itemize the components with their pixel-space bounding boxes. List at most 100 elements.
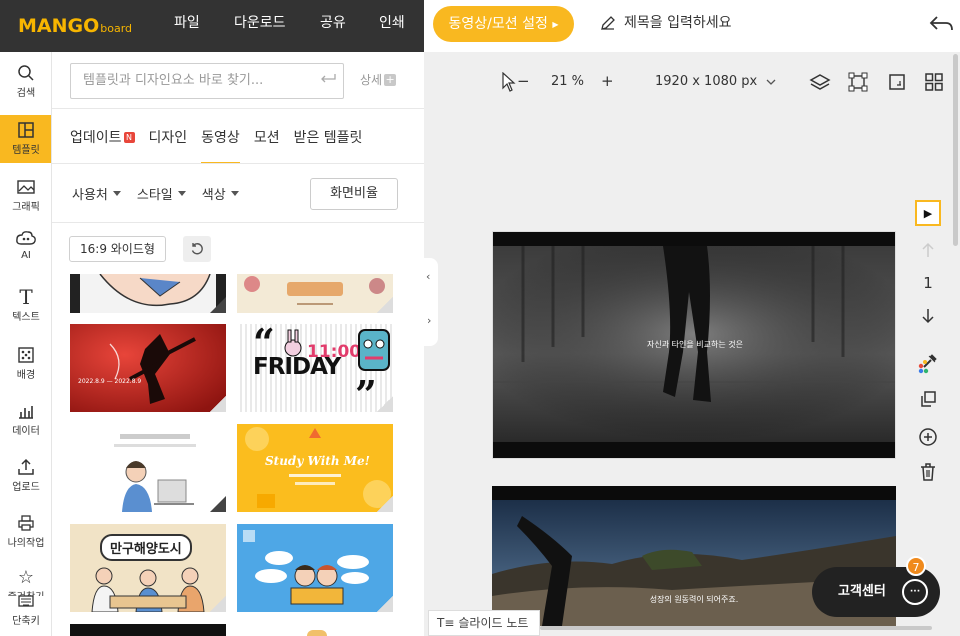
tab-label: 동영상	[201, 130, 240, 146]
fold-corner	[377, 396, 393, 412]
ratio-chip[interactable]: 16:9 와이드형	[69, 236, 166, 262]
printer-icon	[0, 512, 51, 534]
grid-view-icon[interactable]	[925, 73, 943, 95]
menu-share[interactable]: 공유	[320, 0, 346, 52]
nav-shortcuts[interactable]: 단축키	[0, 590, 51, 630]
panel-collapse-tab[interactable]: ‹ ›	[424, 258, 438, 346]
nav-template[interactable]: 템플릿	[0, 115, 51, 163]
filter-usage[interactable]: 사용처	[72, 184, 121, 203]
page-size-icon[interactable]	[888, 73, 906, 95]
nav-label: 업로드	[12, 482, 40, 493]
template-thumb[interactable]: “ FRIDAY 11:00 ”	[237, 324, 393, 412]
chart-icon	[0, 400, 51, 422]
fold-corner	[210, 596, 226, 612]
nav-ai[interactable]: AI	[0, 228, 51, 276]
tab-label: 받은 템플릿	[293, 130, 363, 146]
chevron-left-icon[interactable]: ‹	[426, 270, 430, 283]
mangoboard-logo[interactable]: MANGO board	[18, 13, 132, 37]
template-thumb[interactable]	[70, 274, 226, 313]
template-thumb[interactable]	[70, 424, 226, 512]
vertical-scrollbar[interactable]	[953, 54, 958, 246]
chat-bubble-icon: ···	[902, 579, 928, 605]
nav-background[interactable]: 배경	[0, 344, 51, 392]
new-badge: N	[123, 132, 135, 143]
template-thumb[interactable]	[237, 274, 393, 313]
refresh-icon[interactable]	[183, 236, 211, 262]
zoom-level[interactable]: 21 %	[551, 74, 584, 89]
filter-color[interactable]: 색상	[202, 184, 239, 203]
move-down-arrow-icon[interactable]	[912, 308, 944, 324]
template-thumb[interactable]	[307, 630, 327, 636]
nav-myworks[interactable]: 나의작업	[0, 512, 51, 560]
menu-print[interactable]: 인쇄	[379, 0, 405, 52]
nav-label: 그래픽	[12, 202, 40, 213]
undo-arrow-icon[interactable]	[928, 14, 954, 38]
tab-label: 모션	[253, 130, 280, 146]
category-tabs: 업데이트 N 디자인 동영상 모션 받은 템플릿	[70, 128, 376, 164]
play-icon: ▶	[915, 200, 941, 226]
layers-icon[interactable]	[809, 72, 831, 96]
template-thumb[interactable]	[237, 524, 393, 612]
canvas-toolbar: − 21 % + 1920 x 1080 px	[424, 52, 960, 112]
notes-icon: T≡	[437, 616, 455, 630]
trash-icon[interactable]	[912, 462, 944, 482]
nav-label: AI	[21, 250, 31, 261]
menu-download[interactable]: 다운로드	[234, 0, 286, 52]
template-icon	[0, 119, 51, 141]
star-icon: ☆	[17, 566, 35, 588]
tab-video[interactable]: 동영상	[201, 128, 240, 164]
title-input[interactable]: 제목을 입력하세요	[600, 0, 732, 46]
add-page-icon[interactable]	[912, 427, 944, 447]
nav-search[interactable]: 검색	[0, 62, 51, 112]
select-area-icon[interactable]	[848, 72, 868, 96]
motion-settings-button[interactable]: 동영상/모션 설정 ▶	[433, 6, 574, 42]
rabbit-illustration-icon	[284, 329, 302, 357]
caret-down-icon	[177, 191, 186, 196]
nav-label: 나의작업	[7, 538, 45, 549]
template-search-input[interactable]: 템플릿과 디자인요소 바로 찾기...	[70, 63, 344, 99]
play-preview-button[interactable]: ▶	[912, 200, 944, 226]
caret-down-icon	[230, 191, 239, 196]
zoom-in-button[interactable]: +	[601, 72, 614, 90]
template-thumb[interactable]	[70, 624, 226, 636]
detail-search-button[interactable]: 상세 +	[360, 71, 397, 88]
filter-label: 사용처	[72, 188, 108, 203]
tab-received[interactable]: 받은 템플릿	[294, 128, 363, 164]
aspect-ratio-button[interactable]: 화면비율	[310, 178, 398, 210]
image-icon	[0, 176, 51, 198]
zoom-out-button[interactable]: −	[517, 72, 530, 90]
template-panel: 템플릿과 디자인요소 바로 찾기... 상세 + 업데이트 N 디자인 동영상 모…	[52, 52, 424, 636]
horizontal-scrollbar[interactable]	[540, 626, 932, 630]
thumb-sub-text	[289, 474, 341, 477]
plus-icon: +	[384, 72, 397, 86]
duplicate-icon[interactable]	[912, 390, 944, 408]
nav-label: 배경	[16, 370, 36, 381]
move-up-arrow-icon[interactable]	[912, 242, 944, 258]
slide-1-caption[interactable]: 자신과 타인을 비교하는 것은	[493, 339, 895, 350]
enter-icon[interactable]	[319, 64, 337, 98]
filter-style[interactable]: 스타일	[137, 184, 186, 203]
menu-file[interactable]: 파일	[174, 0, 200, 52]
template-thumb[interactable]: 만구해양도시	[70, 524, 226, 612]
slide-1[interactable]: 자신과 타인을 비교하는 것은	[492, 231, 896, 459]
canvas-size-dropdown[interactable]: 1920 x 1080 px	[655, 74, 777, 89]
nav-upload[interactable]: 업로드	[0, 456, 51, 504]
chevron-right-icon[interactable]: ›	[427, 314, 431, 327]
nav-label: 텍스트	[12, 312, 40, 323]
tab-design[interactable]: 디자인	[149, 128, 188, 164]
color-dropper-icon[interactable]	[912, 352, 944, 374]
tab-motion[interactable]: 모션	[254, 128, 280, 164]
logo-sub-text: board	[100, 22, 133, 35]
top-bar: MANGO board 파일 다운로드 공유 인쇄 동영상/모션 설정 ▶ 제목…	[0, 0, 960, 52]
tab-update[interactable]: 업데이트 N	[70, 128, 135, 164]
ai-icon	[0, 228, 51, 250]
slide-notes-button[interactable]: T≡ 슬라이드 노트	[428, 610, 540, 636]
template-thumb[interactable]: Study With Me!	[237, 424, 393, 512]
nav-graphic[interactable]: 그래픽	[0, 176, 51, 224]
nav-text[interactable]: T 텍스트	[0, 285, 51, 334]
background-icon	[0, 344, 51, 366]
template-thumb[interactable]: 2022.8.9 — 2022.8.9	[70, 324, 226, 412]
thumb-study-text: Study With Me!	[265, 454, 370, 468]
fold-corner	[377, 297, 393, 313]
nav-data[interactable]: 데이터	[0, 400, 51, 448]
